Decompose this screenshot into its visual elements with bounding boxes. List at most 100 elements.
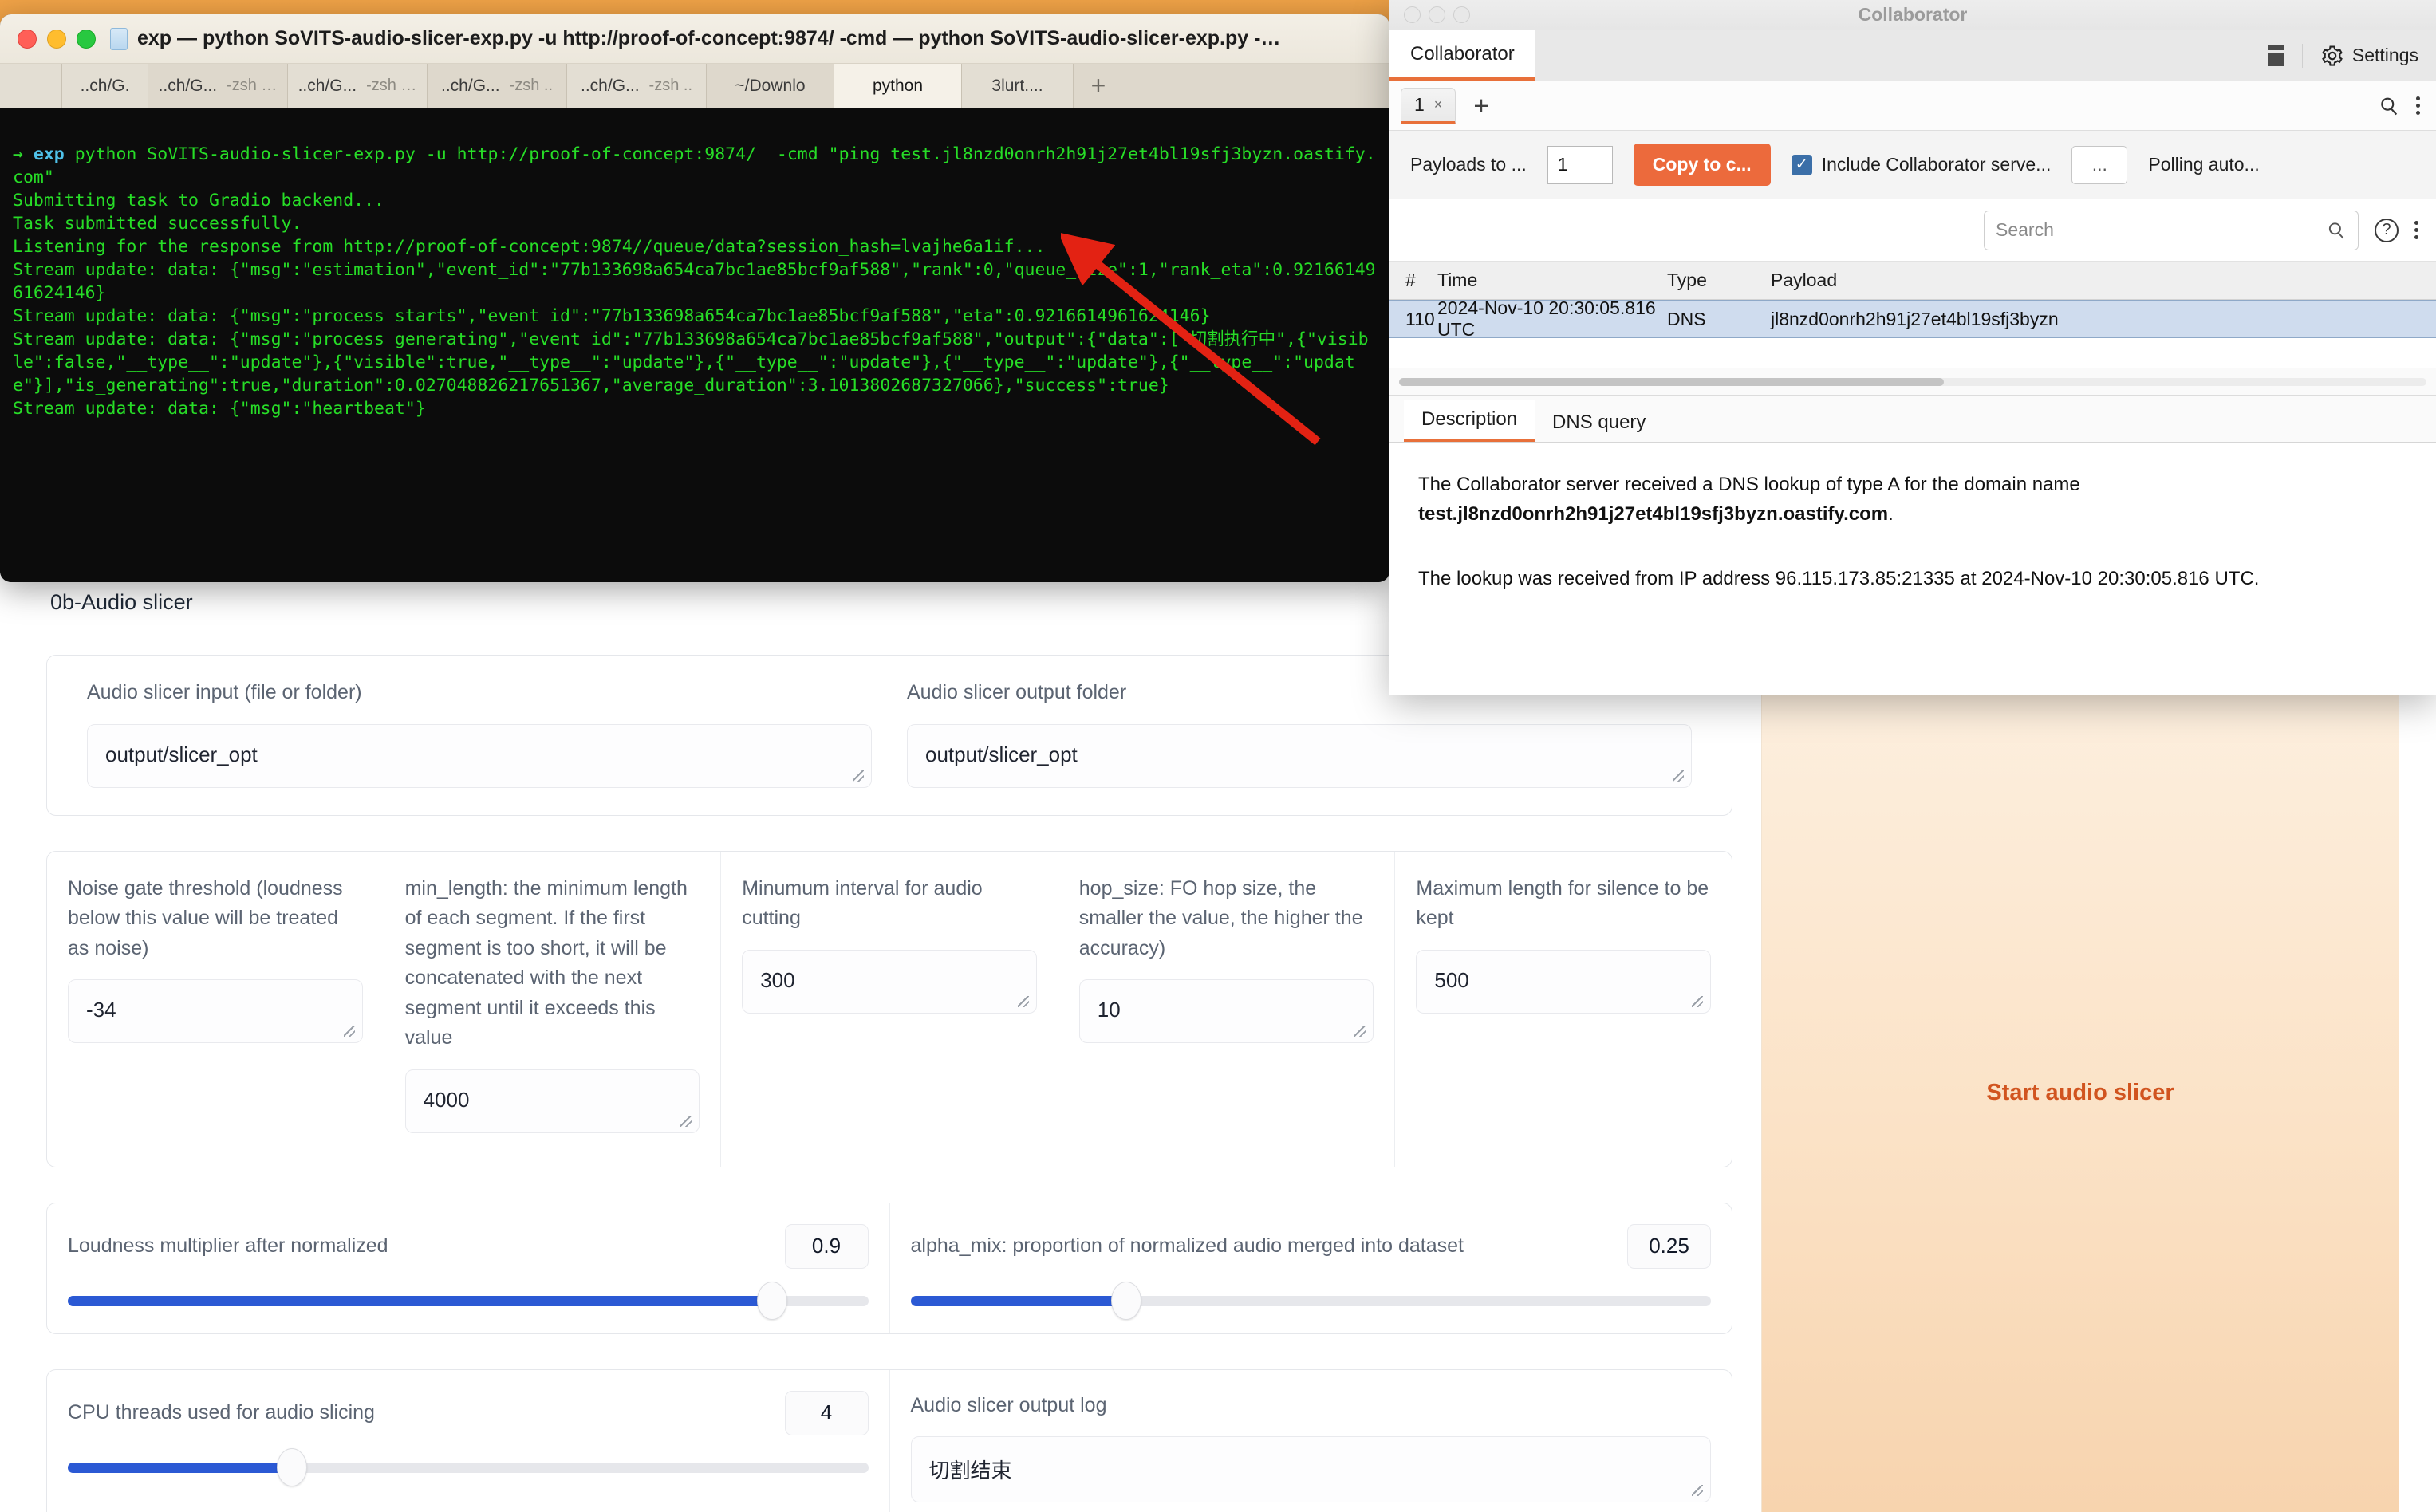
terminal-tab-1[interactable]: ..ch/G. xyxy=(62,64,148,108)
slider-loudness-track[interactable] xyxy=(68,1282,869,1320)
subtab-1[interactable]: 1 × xyxy=(1401,87,1456,124)
subtab-actions xyxy=(2378,95,2436,117)
param-max-silence-label: Maximum length for silence to be kept xyxy=(1416,876,1709,930)
toolbar-more-button[interactable]: ... xyxy=(2071,145,2128,184)
audio-slicer-output-textbox[interactable]: output/slicer_opt xyxy=(907,723,1692,788)
audio-slicer-input-label: Audio slicer input (file or folder) xyxy=(87,681,362,703)
detail-tab-bar[interactable]: Description DNS query xyxy=(1389,396,2436,442)
slider-loudness-knob[interactable] xyxy=(757,1282,788,1320)
param-min-length: min_length: the minimum length of each s… xyxy=(384,851,722,1167)
terminal-tab-3-label: ..ch/G... xyxy=(298,76,357,95)
description-text-suffix: . xyxy=(1888,503,1894,526)
collaborator-window[interactable]: Collaborator Collaborator Settings 1 × +… xyxy=(1389,0,2436,695)
maximize-window-button[interactable] xyxy=(77,29,96,49)
column-header-payload[interactable]: Payload xyxy=(1771,270,2436,291)
terminal-titlebar[interactable]: exp — python SoVITS-audio-slicer-exp.py … xyxy=(0,14,1389,64)
tab-dns-query[interactable]: DNS query xyxy=(1535,404,1663,442)
param-min-length-input[interactable]: 4000 xyxy=(404,1069,700,1133)
terminal-traffic-lights xyxy=(18,29,96,49)
detail-description-body: The Collaborator server received a DNS l… xyxy=(1389,442,2436,695)
slider-loudness-value[interactable]: 0.9 xyxy=(784,1223,869,1269)
include-collaborator-server-checkbox[interactable]: ✓ Include Collaborator serve... xyxy=(1791,154,2052,175)
terminal-tab-6[interactable]: ~/Downlo xyxy=(707,64,834,108)
collaborator-titlebar[interactable]: Collaborator xyxy=(1389,0,2436,30)
terminal-tab-5[interactable]: ..ch/G... -zsh .. xyxy=(567,64,707,108)
start-audio-slicer-button[interactable]: Start audio slicer xyxy=(1761,655,2399,1512)
terminal-prompt-arrow: → xyxy=(13,144,23,164)
slider-alpha-track[interactable] xyxy=(910,1282,1711,1320)
table-header-row: # Time Type Payload xyxy=(1389,262,2436,300)
column-header-time[interactable]: Time xyxy=(1437,270,1667,291)
slider-alpha-knob[interactable] xyxy=(1111,1282,1142,1320)
slider-alpha-fill xyxy=(910,1295,1127,1306)
param-noise-gate-label: Noise gate threshold (loudness below thi… xyxy=(68,876,343,959)
search-icon[interactable] xyxy=(2378,95,2400,117)
sliders-card-1: Loudness multiplier after normalized 0.9… xyxy=(46,1202,1732,1334)
gear-icon xyxy=(2321,45,2343,66)
terminal-tab-2-sub: -zsh … xyxy=(227,77,278,94)
param-min-interval-label: Minumum interval for audio cutting xyxy=(742,876,983,930)
slider-cpu-knob[interactable] xyxy=(276,1448,307,1486)
param-hop-size-input[interactable]: 10 xyxy=(1078,979,1374,1043)
scrollbar-track[interactable] xyxy=(1399,377,2426,386)
slider-cpu-fill xyxy=(68,1462,292,1473)
column-header-type[interactable]: Type xyxy=(1667,270,1771,291)
audio-slicer-input-textbox[interactable]: output/slicer_opt xyxy=(87,723,872,788)
terminal-tab-4[interactable]: ..ch/G... -zsh .. xyxy=(428,64,567,108)
tab-description[interactable]: Description xyxy=(1404,400,1535,442)
table-horizontal-scrollbar[interactable] xyxy=(1389,368,2436,396)
layout-panel-icon[interactable] xyxy=(2268,45,2284,66)
terminal-window-title: exp — python SoVITS-audio-slicer-exp.py … xyxy=(137,27,1281,49)
param-min-interval: Minumum interval for audio cutting 300 xyxy=(721,851,1058,1167)
tab-collaborator[interactable]: Collaborator xyxy=(1389,30,1535,81)
checkbox-checked-icon: ✓ xyxy=(1791,154,1812,175)
terminal-tab-8[interactable]: 3lurt.... xyxy=(962,64,1074,108)
description-domain: test.jl8nzd0onrh2h91j27et4bl19sfj3byzn.o… xyxy=(1418,503,1889,526)
terminal-tab-3[interactable]: ..ch/G... -zsh … xyxy=(288,64,428,108)
scrollbar-thumb[interactable] xyxy=(1399,377,1944,386)
terminal-tab-5-label: ..ch/G... xyxy=(581,76,640,95)
minimize-window-button[interactable] xyxy=(47,29,66,49)
param-noise-gate-input[interactable]: -34 xyxy=(68,979,363,1043)
slider-cpu-threads: CPU threads used for audio slicing 4 xyxy=(47,1369,890,1512)
slider-cpu-track[interactable] xyxy=(68,1448,869,1486)
close-window-button[interactable] xyxy=(18,29,37,49)
slider-alpha-value[interactable]: 0.25 xyxy=(1627,1223,1711,1269)
subtab-1-close-icon[interactable]: × xyxy=(1434,96,1443,113)
terminal-new-tab-button[interactable]: + xyxy=(1074,64,1123,108)
subtab-add-button[interactable]: + xyxy=(1473,91,1488,121)
terminal-output[interactable]: → exp python SoVITS-audio-slicer-exp.py … xyxy=(0,108,1389,582)
table-row[interactable]: 110 2024-Nov-10 20:30:05.816 UTC DNS jl8… xyxy=(1389,297,2436,340)
terminal-tab-5-sub: -zsh .. xyxy=(648,77,692,94)
subtab-more-icon[interactable] xyxy=(2416,96,2420,115)
terminal-tab-3-sub: -zsh … xyxy=(366,77,417,94)
help-icon[interactable]: ? xyxy=(2375,218,2399,242)
collaborator-subtab-bar[interactable]: 1 × + xyxy=(1389,81,2436,131)
terminal-tab-4-sub: -zsh .. xyxy=(509,77,553,94)
row-num: 110 xyxy=(1405,308,1435,329)
column-header-num[interactable]: # xyxy=(1389,270,1437,291)
audio-slicer-output-log-textbox[interactable]: 切割结束 xyxy=(910,1436,1711,1502)
slider-loudness-label: Loudness multiplier after normalized xyxy=(68,1234,388,1257)
param-min-interval-input[interactable]: 300 xyxy=(742,949,1037,1014)
search-row-more-icon[interactable] xyxy=(2414,221,2418,239)
search-input[interactable]: Search xyxy=(1984,210,2359,250)
terminal-tab-bar[interactable]: ..ch/G. ..ch/G... -zsh … ..ch/G... -zsh … xyxy=(0,64,1389,108)
terminal-tab-2[interactable]: ..ch/G... -zsh … xyxy=(148,64,288,108)
include-collaborator-server-label: Include Collaborator serve... xyxy=(1821,154,2052,175)
slider-cpu-value[interactable]: 4 xyxy=(784,1390,869,1435)
gradio-left-column: Audio slicer input (file or folder) outp… xyxy=(46,655,1732,1512)
payloads-to-generate-label: Payloads to ... xyxy=(1410,154,1527,175)
terminal-tab-python[interactable]: python xyxy=(834,64,962,108)
param-max-silence-input[interactable]: 500 xyxy=(1416,949,1711,1014)
terminal-tab-0[interactable] xyxy=(0,64,62,108)
table-empty-space xyxy=(1389,338,2436,368)
terminal-output-line-3: Stream update: data: {"msg":"estimation"… xyxy=(13,260,1376,303)
copy-to-clipboard-button[interactable]: Copy to c... xyxy=(1633,144,1771,186)
collaborator-top-tabbar[interactable]: Collaborator Settings xyxy=(1389,30,2436,81)
settings-button[interactable]: Settings xyxy=(2320,44,2418,68)
payloads-count-input[interactable]: 1 xyxy=(1547,145,1613,184)
audio-slicer-output-log-label: Audio slicer output log xyxy=(910,1393,1107,1416)
row-payload: jl8nzd0onrh2h91j27et4bl19sfj3byzn xyxy=(1771,308,2059,329)
terminal-window[interactable]: exp — python SoVITS-audio-slicer-exp.py … xyxy=(0,14,1389,582)
